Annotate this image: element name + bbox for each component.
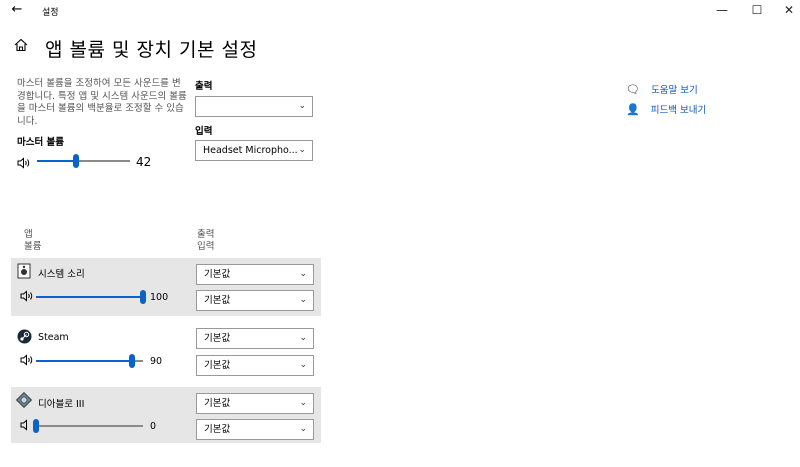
chevron-down-icon: ⌄ (299, 360, 307, 370)
app-column-header: 앱 볼륨 (24, 229, 41, 253)
app-output-value: 기본값 (204, 269, 231, 280)
input-header-label: 입력 (197, 241, 215, 252)
help-chat-icon: 🗨 (626, 83, 640, 96)
speaker-icon (17, 154, 31, 173)
device-column-header: 출력 입력 (197, 229, 214, 253)
chevron-down-icon: ⌄ (299, 295, 307, 305)
home-icon[interactable] (14, 37, 28, 57)
volume-header-label: 볼륨 (24, 241, 42, 252)
app-output-select[interactable]: 기본값 ⌄ (196, 328, 314, 349)
chevron-down-icon: ⌄ (299, 269, 307, 279)
window-title: 설정 (42, 8, 59, 18)
back-arrow-icon[interactable]: ← (8, 2, 26, 18)
app-output-select[interactable]: 기본값 ⌄ (196, 393, 314, 414)
app-name: 시스템 소리 (38, 269, 85, 280)
output-device-select[interactable]: ⌄ (195, 96, 313, 117)
chevron-down-icon: ⌄ (298, 101, 306, 111)
minimize-button[interactable]: — (714, 2, 730, 18)
help-link[interactable]: 🗨 도움말 보기 (626, 78, 698, 97)
chevron-down-icon: ⌄ (299, 398, 307, 408)
master-volume-thumb[interactable] (73, 154, 79, 168)
chevron-down-icon: ⌄ (299, 333, 307, 343)
output-label: 출력 (195, 81, 213, 92)
app-name: Steam (38, 332, 69, 343)
close-button[interactable]: ✕ (781, 2, 797, 18)
app-volume-value: 100 (150, 292, 169, 303)
steam-icon (17, 329, 32, 344)
app-header-label: 앱 (24, 229, 33, 240)
maximize-button[interactable]: ☐ (749, 2, 765, 18)
master-volume-description: 마스터 볼륨을 조정하여 모든 사운드를 변경합니다. 특정 앱 및 시스템 사… (17, 78, 187, 127)
app-volume-thumb[interactable] (140, 290, 146, 304)
app-input-select[interactable]: 기본값 ⌄ (196, 419, 314, 440)
title-bar: ← 설정 — ☐ ✕ (0, 0, 800, 22)
system-sounds-icon (17, 263, 31, 279)
chevron-down-icon: ⌄ (299, 424, 307, 434)
chevron-down-icon: ⌄ (298, 145, 306, 155)
diablo-icon (15, 391, 33, 409)
app-output-value: 기본값 (204, 398, 231, 409)
app-input-select[interactable]: 기본값 ⌄ (196, 290, 314, 311)
app-volume-value: 0 (150, 421, 157, 432)
speaker-muted-icon (20, 419, 30, 434)
app-input-value: 기본값 (204, 295, 231, 306)
app-output-select[interactable]: 기본값 ⌄ (196, 264, 314, 285)
output-header-label: 출력 (197, 229, 215, 240)
app-output-value: 기본값 (204, 333, 231, 344)
app-volume-thumb[interactable] (129, 354, 135, 368)
app-volume-value: 90 (150, 356, 163, 367)
feedback-link-label: 피드백 보내기 (650, 105, 707, 116)
app-input-select[interactable]: 기본값 ⌄ (196, 355, 314, 376)
app-name: 디아블로 III (38, 399, 85, 410)
app-input-value: 기본값 (204, 360, 231, 371)
feedback-icon: 👤 (626, 103, 640, 116)
master-volume-label: 마스터 볼륨 (17, 137, 65, 148)
input-label: 입력 (195, 126, 213, 137)
feedback-link[interactable]: 👤 피드백 보내기 (626, 98, 706, 117)
app-volume-thumb[interactable] (33, 419, 39, 433)
speaker-icon (20, 290, 34, 305)
master-volume-value: 42 (136, 155, 152, 169)
app-input-value: 기본값 (204, 424, 231, 435)
input-device-select[interactable]: Headset Micropho... ⌄ (195, 140, 313, 161)
input-device-value: Headset Micropho... (203, 145, 298, 156)
help-link-label: 도움말 보기 (651, 85, 698, 96)
page-title: 앱 볼륨 및 장치 기본 설정 (45, 39, 258, 61)
speaker-icon (20, 354, 34, 369)
